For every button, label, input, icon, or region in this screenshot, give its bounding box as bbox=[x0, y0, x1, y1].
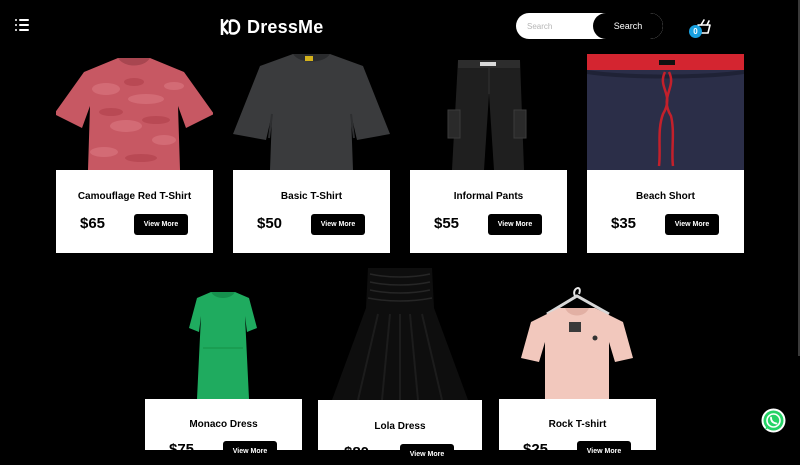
product-info-card: Rock T-shirt $25 View More bbox=[499, 399, 656, 462]
view-more-button[interactable]: View More bbox=[577, 441, 631, 462]
product-name: Lola Dress bbox=[374, 421, 426, 432]
view-more-button[interactable]: View More bbox=[488, 214, 542, 235]
view-more-button[interactable]: View More bbox=[311, 214, 365, 235]
product-info-card: Monaco Dress $75 View More bbox=[145, 399, 302, 462]
product-price: $35 bbox=[611, 215, 637, 232]
product-name: Camouflage Red T-Shirt bbox=[77, 191, 192, 202]
product-info-card: Informal Pants $55 View More bbox=[410, 170, 567, 253]
product-name: Basic T-Shirt bbox=[280, 191, 343, 202]
product-price: $50 bbox=[257, 215, 283, 232]
product-price: $55 bbox=[434, 215, 460, 232]
product-card-basic-t-shirt: Basic T-Shirt $50 View More bbox=[233, 54, 390, 253]
product-image bbox=[447, 60, 527, 170]
product-info-card: Lola Dress $80 View More bbox=[318, 400, 482, 465]
product-card-informal-pants: Informal Pants $55 View More bbox=[410, 54, 567, 253]
product-image bbox=[587, 54, 744, 170]
product-card-monaco-dress: Monaco Dress $75 View More bbox=[145, 268, 302, 462]
product-image bbox=[521, 287, 633, 399]
product-image bbox=[332, 268, 468, 400]
product-info-card: Basic T-Shirt $50 View More bbox=[233, 170, 390, 253]
search-button[interactable]: Search bbox=[593, 13, 663, 39]
logo-icon bbox=[220, 19, 241, 35]
brand-name: DressMe bbox=[247, 16, 324, 37]
header: DressMe Search 0 bbox=[0, 0, 800, 54]
product-image bbox=[56, 58, 213, 170]
product-card-beach-short: Beach Short $35 View More bbox=[587, 54, 744, 253]
product-name: Informal Pants bbox=[453, 191, 524, 202]
product-price: $80 bbox=[344, 444, 370, 461]
whatsapp-chat-button[interactable] bbox=[761, 408, 786, 433]
product-name: Monaco Dress bbox=[189, 419, 258, 430]
product-name: Beach Short bbox=[636, 191, 695, 202]
view-more-button[interactable]: View More bbox=[134, 214, 188, 235]
product-image bbox=[233, 54, 390, 170]
product-name: Rock T-shirt bbox=[548, 419, 607, 430]
brand-logo[interactable]: DressMe bbox=[220, 14, 323, 40]
menu-icon[interactable] bbox=[15, 19, 29, 31]
product-card-camouflage-red-t-shirt: Camouflage Red T-Shirt $65 View More bbox=[56, 54, 213, 253]
search-bar: Search bbox=[516, 13, 663, 39]
product-info-card: Beach Short $35 View More bbox=[587, 170, 744, 253]
product-image bbox=[189, 292, 257, 399]
product-card-rock-t-shirt: Rock T-shirt $25 View More bbox=[499, 268, 656, 462]
whatsapp-icon bbox=[761, 408, 786, 433]
product-info-card: Camouflage Red T-Shirt $65 View More bbox=[56, 170, 213, 253]
product-price: $65 bbox=[80, 215, 106, 232]
product-card-lola-dress: Lola Dress $80 View More bbox=[318, 268, 482, 465]
cart-count-badge: 0 bbox=[689, 25, 702, 38]
cart-button[interactable]: 0 bbox=[689, 18, 715, 40]
view-more-button[interactable]: View More bbox=[665, 214, 719, 235]
view-more-button[interactable]: View More bbox=[223, 441, 277, 462]
view-more-button[interactable]: View More bbox=[400, 444, 454, 465]
